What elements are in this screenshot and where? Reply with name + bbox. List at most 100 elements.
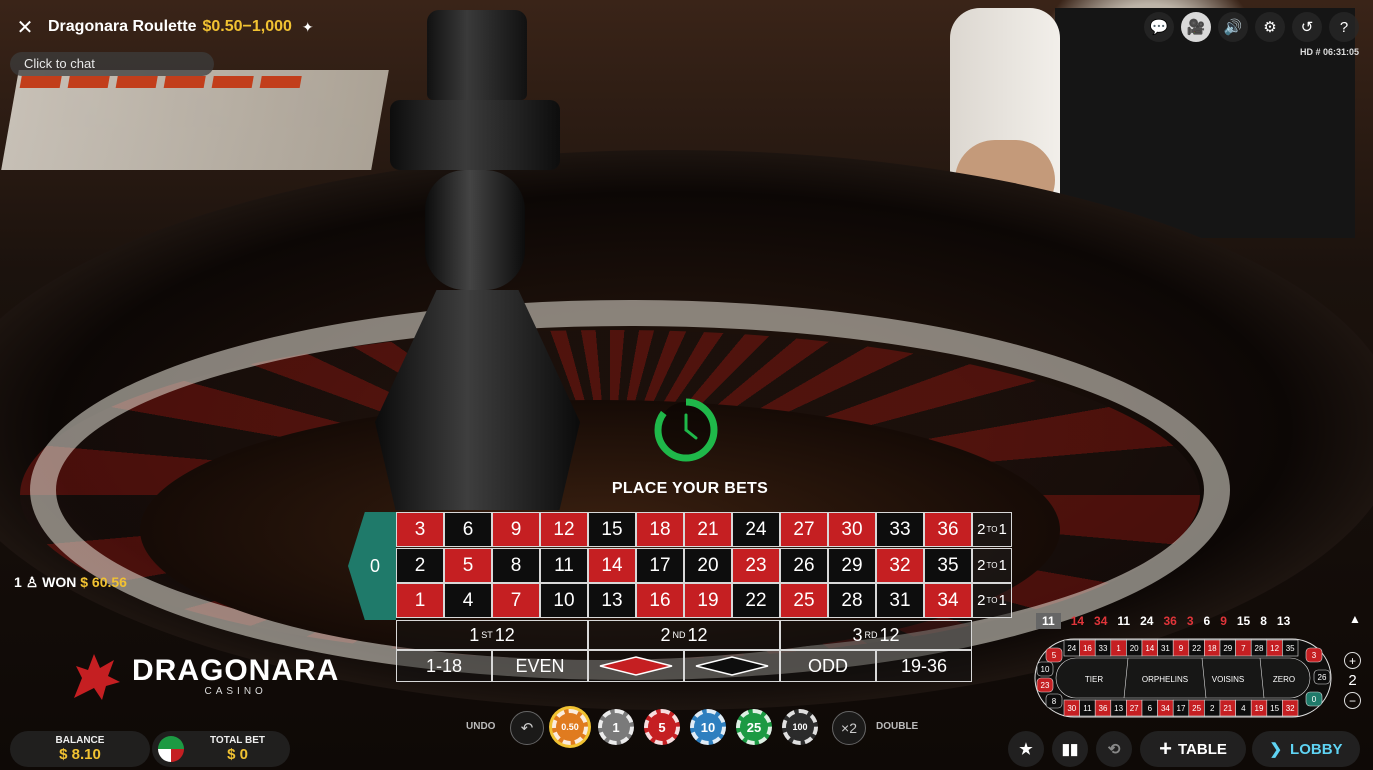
history-result: 24 [1140, 614, 1154, 628]
chip-0.50[interactable]: 0.50 [552, 709, 588, 745]
bet-number-1[interactable]: 1 [396, 583, 444, 618]
repeat-button[interactable]: ⟲ [1096, 731, 1132, 767]
favourites-button[interactable]: ★ [1008, 731, 1044, 767]
add-table-button[interactable]: + TABLE [1140, 731, 1246, 767]
dragon-logo-icon [74, 654, 120, 700]
bet-number-23[interactable]: 23 [732, 548, 780, 583]
bet-number-16[interactable]: 16 [636, 583, 684, 618]
bet-dozen-3[interactable]: 3 RD 12 [780, 620, 972, 650]
lobby-button[interactable]: ❯ LOBBY [1252, 731, 1360, 767]
bet-number-17[interactable]: 17 [636, 548, 684, 583]
chat-icon[interactable]: 💬 [1144, 12, 1174, 42]
racetrack-zoom: + 2 − [1344, 652, 1361, 709]
settings-icon[interactable]: ⚙ [1255, 12, 1285, 42]
history-expand-icon[interactable]: ▲ [1349, 612, 1361, 626]
bet-red[interactable] [588, 650, 684, 682]
bet-number-32[interactable]: 32 [876, 548, 924, 583]
bet-number-2[interactable]: 2 [396, 548, 444, 583]
lobby-label: LOBBY [1290, 740, 1343, 758]
sound-icon[interactable]: 🔊 [1218, 12, 1248, 42]
bet-high[interactable]: 19-36 [876, 650, 972, 682]
racetrack-section-orphelins[interactable]: ORPHELINS [1142, 675, 1188, 684]
bet-number-25[interactable]: 25 [780, 583, 828, 618]
chip-25[interactable]: 25 [736, 709, 772, 745]
close-icon[interactable]: ✕ [10, 12, 40, 42]
column-bet-post: 1 [998, 592, 1007, 609]
game-title: Dragonara Roulette [48, 18, 197, 35]
bet-number-29[interactable]: 29 [828, 548, 876, 583]
bet-number-14[interactable]: 14 [588, 548, 636, 583]
racetrack-number: 2 [1210, 704, 1215, 713]
racetrack-number: 27 [1130, 704, 1139, 713]
racetrack-section-voisins[interactable]: VOISINS [1212, 675, 1244, 684]
bet-number-27[interactable]: 27 [780, 512, 828, 547]
bet-number-30[interactable]: 30 [828, 512, 876, 547]
bet-column-3[interactable]: 2 TO 1 [972, 512, 1012, 547]
bet-number-19[interactable]: 19 [684, 583, 732, 618]
bet-number-8[interactable]: 8 [492, 548, 540, 583]
zoom-in-button[interactable]: + [1344, 652, 1361, 669]
bet-dozen-2[interactable]: 2 ND 12 [588, 620, 780, 650]
winner-count: 1 [14, 574, 22, 590]
bet-number-21[interactable]: 21 [684, 512, 732, 547]
racetrack-section-zero[interactable]: ZERO [1273, 675, 1295, 684]
bet-column-2[interactable]: 2 TO 1 [972, 548, 1012, 583]
chip-value: 10 [697, 716, 719, 738]
bet-number-5[interactable]: 5 [444, 548, 492, 583]
statistics-button[interactable]: ▮▮ [1052, 731, 1088, 767]
video-icon[interactable]: 🎥 [1181, 12, 1211, 42]
bet-number-18[interactable]: 18 [636, 512, 684, 547]
chip-value: 5 [651, 716, 673, 738]
double-button[interactable]: ×2 [832, 711, 866, 745]
bet-number-10[interactable]: 10 [540, 583, 588, 618]
bet-number-22[interactable]: 22 [732, 583, 780, 618]
racetrack-number: 0 [1312, 695, 1317, 704]
bet-number-24[interactable]: 24 [732, 512, 780, 547]
racetrack-number: 33 [1099, 644, 1108, 653]
bet-number-34[interactable]: 34 [924, 583, 972, 618]
undo-button[interactable]: ↶ [510, 711, 544, 745]
bet-number-3[interactable]: 3 [396, 512, 444, 547]
racetrack-section-tier[interactable]: TIER [1085, 675, 1103, 684]
bet-number-12[interactable]: 12 [540, 512, 588, 547]
bet-number-7[interactable]: 7 [492, 583, 540, 618]
table-limits[interactable]: $0.50−1,000 [202, 18, 291, 36]
history-result: 36 [1163, 614, 1177, 628]
bet-number-13[interactable]: 13 [588, 583, 636, 618]
bet-number-35[interactable]: 35 [924, 548, 972, 583]
racetrack-number: 1 [1116, 644, 1121, 653]
bet-number-9[interactable]: 9 [492, 512, 540, 547]
bet-black[interactable] [684, 650, 780, 682]
chip-5[interactable]: 5 [644, 709, 680, 745]
chip-100[interactable]: 100 [782, 709, 818, 745]
dozen-sup: RD [864, 630, 878, 640]
chip-10[interactable]: 10 [690, 709, 726, 745]
bet-number-36[interactable]: 36 [924, 512, 972, 547]
bet-number-6[interactable]: 6 [444, 512, 492, 547]
racetrack-number: 25 [1192, 704, 1201, 713]
bet-number-20[interactable]: 20 [684, 548, 732, 583]
bet-number-4[interactable]: 4 [444, 583, 492, 618]
bet-number-33[interactable]: 33 [876, 512, 924, 547]
help-icon[interactable]: ? [1329, 12, 1359, 42]
bet-even[interactable]: EVEN [492, 650, 588, 682]
racetrack-number: 17 [1177, 704, 1186, 713]
bet-low[interactable]: 1-18 [396, 650, 492, 682]
bet-dozen-1[interactable]: 1 ST 12 [396, 620, 588, 650]
balance-label: BALANCE [55, 735, 105, 746]
bet-odd[interactable]: ODD [780, 650, 876, 682]
bet-number-11[interactable]: 11 [540, 548, 588, 583]
bet-number-15[interactable]: 15 [588, 512, 636, 547]
bet-number-28[interactable]: 28 [828, 583, 876, 618]
zoom-out-button[interactable]: − [1344, 692, 1361, 709]
history-icon[interactable]: ↺ [1292, 12, 1322, 42]
chip-1[interactable]: 1 [598, 709, 634, 745]
chat-input[interactable]: Click to chat [10, 52, 214, 76]
repeat-icon: ⟲ [1107, 741, 1121, 758]
bet-number-31[interactable]: 31 [876, 583, 924, 618]
racetrack-number: 7 [1241, 644, 1246, 653]
bet-number-26[interactable]: 26 [780, 548, 828, 583]
bet-column-1[interactable]: 2 TO 1 [972, 583, 1012, 618]
racetrack[interactable]: 24 16 33 1 20 14 31 9 22 18 29 7 28 12 3530 11 36 13 27 6 34… [1034, 638, 1332, 718]
pin-icon[interactable]: ✦ [302, 19, 314, 36]
